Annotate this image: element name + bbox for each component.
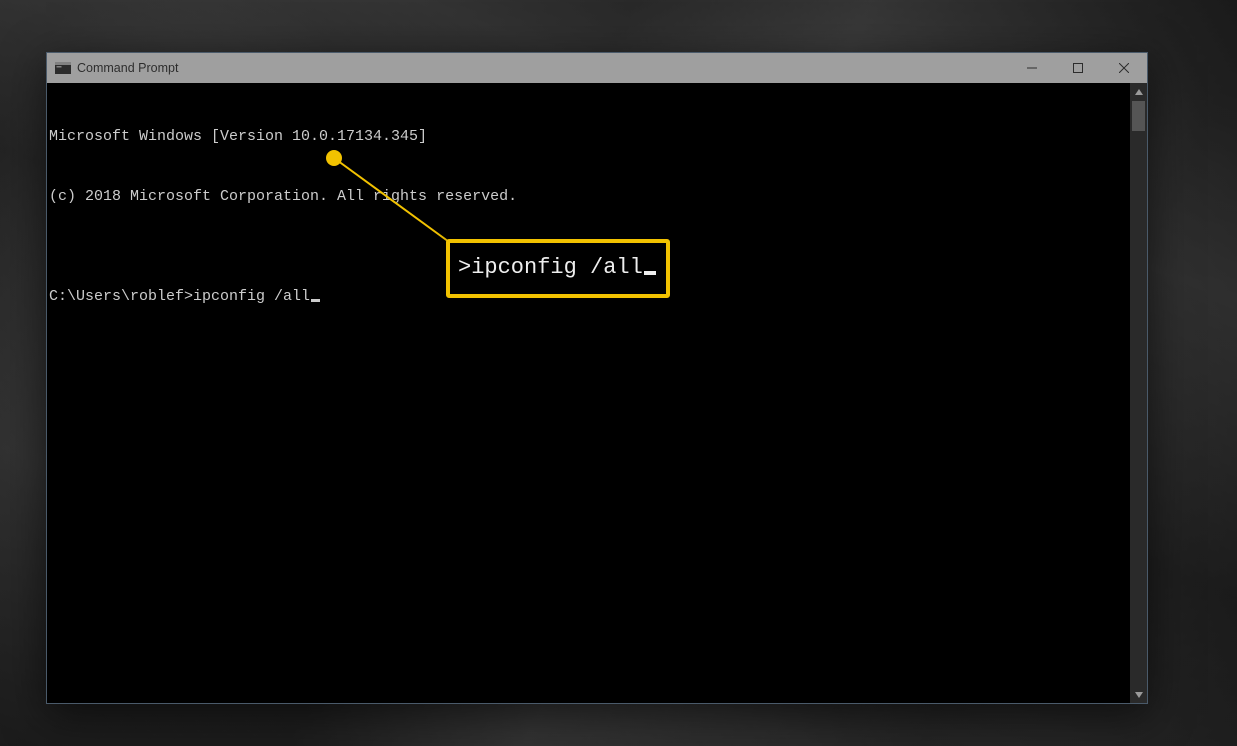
annotation-source-dot: [326, 150, 342, 166]
annotation-cursor-icon: [644, 271, 656, 275]
window-titlebar[interactable]: Command Prompt: [47, 53, 1147, 83]
window-controls: [1009, 53, 1147, 83]
scroll-up-arrow-icon[interactable]: [1130, 83, 1147, 100]
scrollbar-thumb[interactable]: [1132, 101, 1145, 131]
command-prompt-window: Command Prompt Microsoft Windows [Versio…: [46, 52, 1148, 704]
terminal-command-text: ipconfig /all: [193, 288, 310, 305]
terminal-output-area[interactable]: Microsoft Windows [Version 10.0.17134.34…: [47, 83, 1130, 703]
terminal-line: (c) 2018 Microsoft Corporation. All righ…: [49, 187, 1128, 207]
vertical-scrollbar[interactable]: [1130, 83, 1147, 703]
annotation-callout-box: >ipconfig /all: [446, 239, 670, 298]
desktop-background: Command Prompt Microsoft Windows [Versio…: [0, 0, 1237, 746]
terminal-line: Microsoft Windows [Version 10.0.17134.34…: [49, 127, 1128, 147]
terminal-cursor: [311, 299, 320, 302]
scroll-down-arrow-icon[interactable]: [1130, 686, 1147, 703]
terminal-prompt: C:\Users\roblef>: [49, 288, 193, 305]
annotation-callout-text: >ipconfig /all: [458, 255, 643, 280]
close-button[interactable]: [1101, 53, 1147, 83]
window-title: Command Prompt: [77, 61, 178, 75]
maximize-button[interactable]: [1055, 53, 1101, 83]
command-prompt-icon: [55, 60, 71, 76]
minimize-button[interactable]: [1009, 53, 1055, 83]
